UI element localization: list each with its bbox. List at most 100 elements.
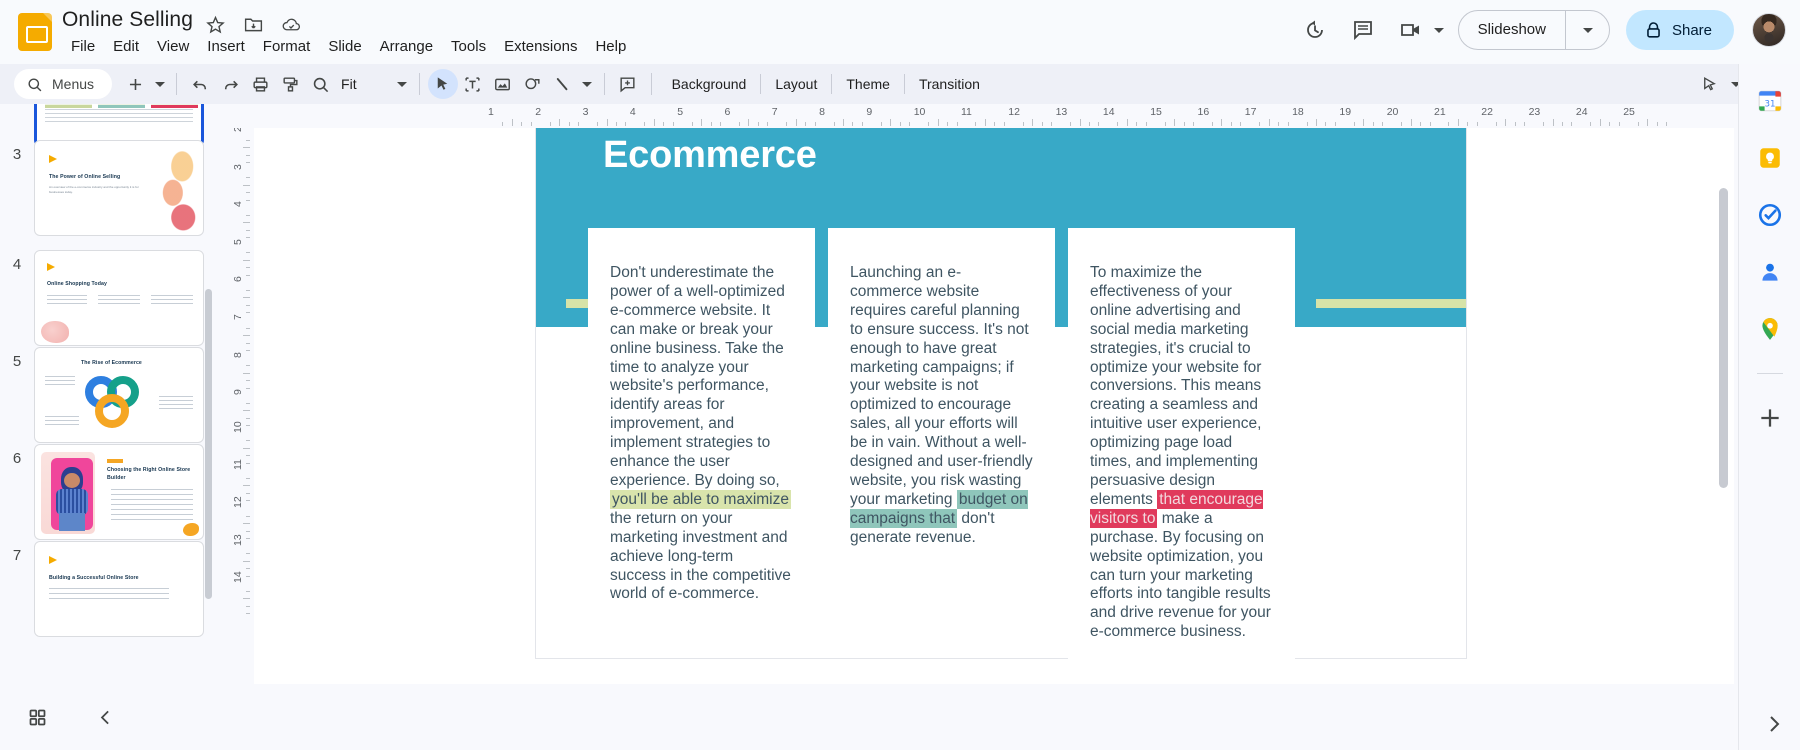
move-folder-icon[interactable] [243, 14, 264, 35]
menu-view[interactable]: View [148, 35, 198, 58]
divider [831, 74, 832, 94]
menu-tools[interactable]: Tools [442, 35, 495, 58]
filmstrip-slide-4[interactable]: 4 Online Shopping Today [0, 250, 228, 346]
vertical-ruler[interactable]: 234567891011121314 [228, 128, 254, 684]
canvas-vertical-scrollbar[interactable] [1719, 188, 1728, 488]
horizontal-ruler[interactable]: 1234567891011121314151617181920212223242… [228, 104, 1728, 128]
collapse-filmstrip-button[interactable] [90, 702, 120, 732]
ruler-mark [1553, 119, 1554, 126]
filmstrip-slide-6[interactable]: 6 Choosing the Right Online Store Builde… [0, 444, 228, 540]
ruler-mark [834, 122, 835, 126]
slide-thumbnail[interactable]: The Power of Online Selling An overview … [34, 140, 204, 236]
join-call-icon[interactable] [1389, 8, 1433, 52]
insert-image-button[interactable] [488, 69, 518, 99]
slide-filmstrip[interactable]: 2 3 The Power of Online Selling A [0, 104, 228, 684]
filmstrip-slide-7[interactable]: 7 Building a Successful Online Store [0, 541, 228, 637]
ruler-mark [1505, 119, 1506, 126]
google-tasks-icon[interactable] [1757, 202, 1783, 228]
filmstrip-scrollbar[interactable] [205, 289, 212, 599]
google-keep-icon[interactable] [1757, 145, 1783, 171]
ruler-tick-label: 4 [232, 201, 244, 207]
ruler-mark [1477, 122, 1478, 126]
ruler-tick-label: 18 [1292, 106, 1304, 118]
slide-title[interactable]: Ecommerce [603, 134, 817, 177]
ruler-mark [246, 290, 250, 291]
text-column-3[interactable]: To maximize the effectiveness of your on… [1068, 228, 1295, 662]
slide-canvas[interactable]: Ecommerce Don't underestimate the power … [254, 128, 1734, 684]
ruler-mark [243, 297, 250, 298]
redo-button[interactable] [215, 69, 245, 99]
cloud-saved-icon[interactable] [281, 14, 302, 35]
line-options-button[interactable] [578, 69, 596, 99]
zoom-level-value[interactable]: Fit [335, 76, 363, 92]
grid-view-button[interactable] [22, 702, 52, 732]
ruler-mark [243, 448, 250, 449]
slides-icon[interactable] [18, 13, 52, 51]
canvas-horizontal-scrollbar-area[interactable] [228, 684, 1728, 698]
ruler-mark [246, 531, 250, 532]
selection-mode-button[interactable] [1694, 69, 1724, 99]
zoom-button[interactable] [305, 69, 335, 99]
select-tool-button[interactable] [428, 69, 458, 99]
chevron-down-icon[interactable] [1434, 28, 1444, 33]
google-contacts-icon[interactable] [1757, 259, 1783, 285]
text-box-button[interactable] [458, 69, 488, 99]
slide-thumbnail[interactable]: The Rise of Ecommerce [34, 347, 204, 443]
open-comment-history-icon[interactable] [1341, 8, 1385, 52]
menu-arrange[interactable]: Arrange [371, 35, 442, 58]
slide-thumbnail[interactable]: Building a Successful Online Store [34, 541, 204, 637]
menu-help[interactable]: Help [586, 35, 635, 58]
ruler-mark [1571, 122, 1572, 126]
new-slide-button[interactable] [120, 69, 150, 99]
divider [176, 73, 177, 95]
expand-panel-icon[interactable] [1762, 712, 1786, 736]
zoom-options-button[interactable] [393, 69, 411, 99]
chevron-down-icon [1583, 28, 1593, 33]
ruler-mark [1259, 122, 1260, 126]
undo-button[interactable] [185, 69, 215, 99]
version-history-icon[interactable] [1293, 8, 1337, 52]
account-avatar[interactable] [1752, 13, 1786, 47]
ruler-mark [1430, 122, 1431, 126]
current-slide[interactable]: Ecommerce Don't underestimate the power … [536, 128, 1466, 658]
filmstrip-slide-3[interactable]: 3 The Power of Online Selling An overvie… [0, 140, 228, 236]
ruler-mark [246, 500, 250, 501]
slideshow-options-button[interactable] [1566, 11, 1609, 49]
slide-thumbnail[interactable]: Choosing the Right Online Store Builder [34, 444, 204, 540]
insert-line-button[interactable] [548, 69, 578, 99]
ruler-mark [644, 122, 645, 126]
document-title[interactable]: Online Selling [62, 8, 193, 32]
menu-format[interactable]: Format [254, 35, 320, 58]
ruler-mark [862, 122, 863, 126]
insert-shape-button[interactable] [518, 69, 548, 99]
ruler-tick-label: 24 [1576, 106, 1588, 118]
text-column-2[interactable]: Launching an e-commerce website requires… [828, 228, 1055, 568]
menu-edit[interactable]: Edit [104, 35, 148, 58]
menus-search-button[interactable]: Menus [14, 69, 112, 99]
transition-button[interactable]: Transition [907, 71, 992, 97]
add-ons-plus-icon[interactable] [1757, 405, 1783, 431]
ruler-mark [739, 122, 740, 126]
slide-thumbnail[interactable]: Online Shopping Today [34, 250, 204, 346]
add-comment-button[interactable] [613, 69, 643, 99]
paint-format-button[interactable] [275, 69, 305, 99]
filmstrip-slide-5[interactable]: 5 The Rise of Ecommerce [0, 347, 228, 443]
google-calendar-icon[interactable]: 31 [1757, 88, 1783, 114]
theme-button[interactable]: Theme [834, 71, 902, 97]
join-call-group[interactable] [1389, 8, 1444, 52]
background-button[interactable]: Background [660, 71, 759, 97]
text-column-1[interactable]: Don't underestimate the power of a well-… [588, 228, 815, 624]
slideshow-button[interactable]: Slideshow [1459, 11, 1565, 49]
menu-slide[interactable]: Slide [319, 35, 370, 58]
menu-insert[interactable]: Insert [198, 35, 254, 58]
divider [904, 74, 905, 94]
layout-button[interactable]: Layout [763, 71, 829, 97]
menu-file[interactable]: File [62, 35, 104, 58]
new-slide-options-button[interactable] [150, 69, 168, 99]
menu-extensions[interactable]: Extensions [495, 35, 586, 58]
share-button[interactable]: Share [1626, 10, 1734, 50]
print-button[interactable] [245, 69, 275, 99]
star-icon[interactable] [205, 14, 226, 35]
ruler-mark [1117, 122, 1118, 126]
google-maps-icon[interactable] [1757, 316, 1783, 342]
